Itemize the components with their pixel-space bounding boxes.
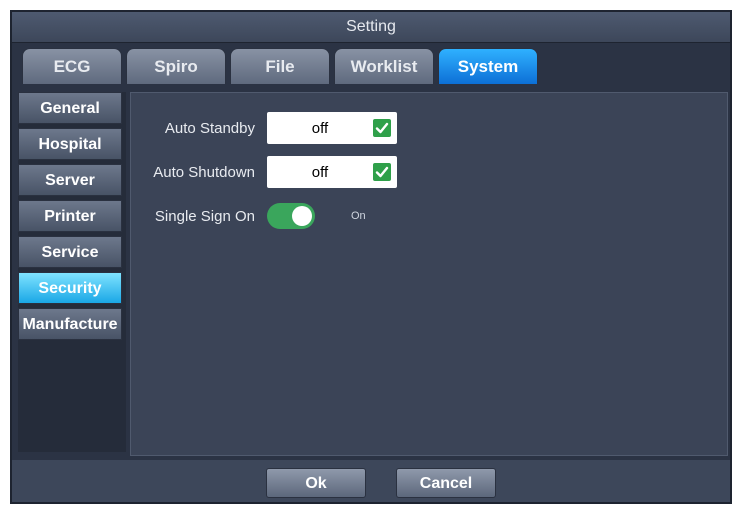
auto-standby-row: Auto Standby off: [131, 111, 397, 145]
tab-system[interactable]: System: [438, 48, 538, 84]
sidebar-item-security[interactable]: Security: [18, 272, 122, 304]
settings-window: Setting ECG Spiro File Worklist System G…: [10, 10, 732, 504]
tab-bar: ECG Spiro File Worklist System: [22, 48, 538, 84]
sidebar-item-manufacture[interactable]: Manufacture: [18, 308, 122, 340]
ok-button[interactable]: Ok: [266, 468, 366, 498]
single-sign-on-label: Single Sign On: [154, 207, 255, 225]
checkmark-icon[interactable]: [373, 163, 391, 181]
tab-spiro[interactable]: Spiro: [126, 48, 226, 84]
sidebar-item-server[interactable]: Server: [18, 164, 122, 196]
sidebar-item-printer[interactable]: Printer: [18, 200, 122, 232]
tab-worklist[interactable]: Worklist: [334, 48, 434, 84]
toggle-knob: [292, 206, 312, 226]
single-sign-on-toggle[interactable]: [267, 203, 315, 229]
auto-standby-label: Auto Standby: [164, 119, 255, 137]
window-title: Setting: [12, 12, 730, 43]
auto-shutdown-field[interactable]: off: [267, 156, 397, 188]
auto-standby-value: off: [311, 119, 329, 137]
checkmark-icon[interactable]: [373, 119, 391, 137]
auto-shutdown-row: Auto Shutdown off: [131, 155, 397, 189]
auto-shutdown-value: off: [311, 163, 329, 181]
settings-sidebar: General Hospital Server Printer Service …: [18, 92, 126, 452]
dialog-footer: Ok Cancel: [12, 460, 730, 502]
sidebar-item-general[interactable]: General: [18, 92, 122, 124]
security-panel: Auto Standby off Auto Shutdown off Singl…: [130, 92, 728, 456]
auto-standby-field[interactable]: off: [267, 112, 397, 144]
single-sign-on-state: On: [351, 210, 366, 222]
tab-ecg[interactable]: ECG: [22, 48, 122, 84]
sidebar-item-service[interactable]: Service: [18, 236, 122, 268]
single-sign-on-row: Single Sign On On: [131, 199, 366, 233]
auto-shutdown-label: Auto Shutdown: [153, 163, 255, 181]
sidebar-item-hospital[interactable]: Hospital: [18, 128, 122, 160]
tab-file[interactable]: File: [230, 48, 330, 84]
cancel-button[interactable]: Cancel: [396, 468, 496, 498]
